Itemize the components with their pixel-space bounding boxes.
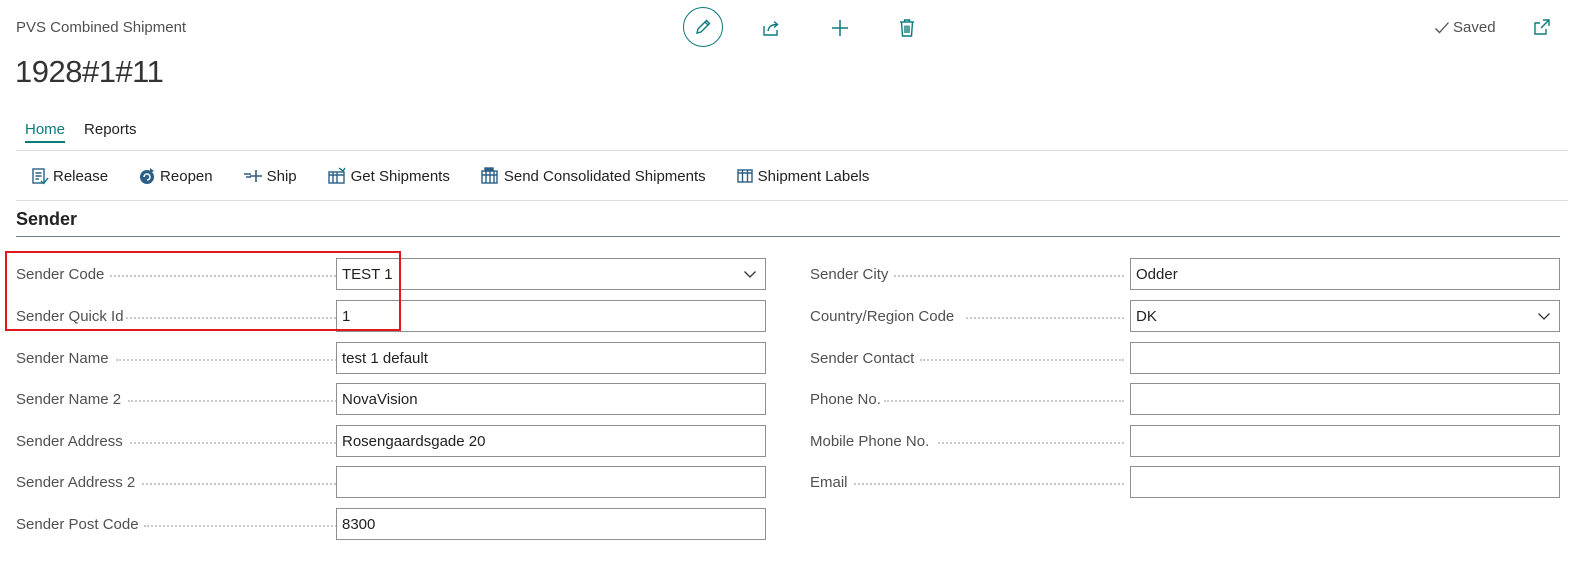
field-row: Sender Address 2 [16,466,766,498]
field-value: test 1 default [342,349,428,367]
field-label: Sender Address [16,432,123,450]
field-row: Sender Post Code 8300 [16,508,766,540]
edit-button[interactable] [683,7,723,47]
field-label: Sender Address 2 [16,473,136,491]
page-caption: PVS Combined Shipment [16,19,187,36]
tab-home[interactable]: Home [25,121,66,143]
field-row: Mobile Phone No. [810,425,1560,457]
get-shipments-icon [327,167,346,184]
new-button[interactable] [827,15,853,41]
field-label: Sender Name [16,349,109,367]
field-row: Sender Contact [810,342,1560,374]
action-divider [16,200,1568,201]
sender-address-2-input[interactable] [336,466,766,498]
sender-address-input[interactable]: Rosengaardsgade 20 [336,425,766,457]
field-row: Sender Address Rosengaardsgade 20 [16,425,766,457]
share-button[interactable] [758,15,784,41]
email-input[interactable] [1130,466,1560,498]
field-value: 8300 [342,515,376,533]
field-row: Sender Name test 1 default [16,342,766,374]
shipment-labels-label: Shipment Labels [757,167,870,185]
reopen-icon [140,168,155,184]
trash-icon [900,19,914,37]
field-label: Country/Region Code [810,307,955,325]
highlight-box [5,251,401,331]
tab-divider [16,150,1568,151]
delete-button[interactable] [894,15,920,41]
sender-city-input[interactable]: Odder [1130,258,1560,290]
field-row: Phone No. [810,383,1560,415]
plus-icon [832,20,848,36]
saved-status: Saved [1434,19,1496,36]
field-row: Country/Region Code DK [810,300,1560,332]
get-shipments-button[interactable]: Get Shipments [327,164,450,188]
field-label: Sender City [810,265,889,283]
field-label: Sender Name 2 [16,390,122,408]
field-label: Email [810,473,848,491]
field-value: Rosengaardsgade 20 [342,432,486,450]
share-icon [763,20,779,36]
sender-name-2-input[interactable]: NovaVision [336,383,766,415]
field-label: Phone No. [810,390,881,408]
tab-reports[interactable]: Reports [84,121,137,143]
send-consolidated-label: Send Consolidated Shipments [503,167,706,185]
release-icon [32,168,49,185]
send-consolidated-icon [481,167,498,184]
mobile-phone-no-input[interactable] [1130,425,1560,457]
shipment-labels-button[interactable]: Shipment Labels [736,164,870,188]
action-bar: Release Reopen Ship Get Shipments Send C… [31,164,899,188]
popout-icon [1534,19,1550,35]
field-value: DK [1136,307,1157,325]
pencil-icon [696,19,711,34]
chevron-down-icon[interactable] [743,267,757,281]
country-region-code-input[interactable]: DK [1130,300,1560,332]
shipment-labels-icon [736,169,753,183]
send-consolidated-shipments-button[interactable]: Send Consolidated Shipments [480,164,706,188]
reopen-button[interactable]: Reopen [138,164,213,188]
field-row: Sender City Odder [810,258,1560,290]
ship-label: Ship [266,167,297,185]
field-row: Email [810,466,1560,498]
tab-bar: Home Reports [25,121,137,143]
get-shipments-label: Get Shipments [350,167,450,185]
release-button[interactable]: Release [31,164,108,188]
sender-contact-input[interactable] [1130,342,1560,374]
chevron-down-icon[interactable] [1537,309,1551,323]
saved-label: Saved [1453,19,1496,36]
ship-icon [243,170,262,182]
field-label: Mobile Phone No. [810,432,930,450]
section-divider [16,236,1560,237]
section-title: Sender [16,209,78,229]
field-label: Sender Post Code [16,515,139,533]
field-value: NovaVision [342,390,418,408]
reopen-label: Reopen [160,167,213,185]
ship-button[interactable]: Ship [243,164,297,188]
field-label: Sender Contact [810,349,915,367]
checkmark-icon [1435,21,1449,33]
release-label: Release [53,167,109,185]
record-title: 1928#1#11 [15,54,164,89]
field-row: Sender Name 2 NovaVision [16,383,766,415]
sender-name-input[interactable]: test 1 default [336,342,766,374]
open-new-window-button[interactable] [1530,15,1554,39]
field-value: Odder [1136,265,1178,283]
sender-post-code-input[interactable]: 8300 [336,508,766,540]
phone-no-input[interactable] [1130,383,1560,415]
